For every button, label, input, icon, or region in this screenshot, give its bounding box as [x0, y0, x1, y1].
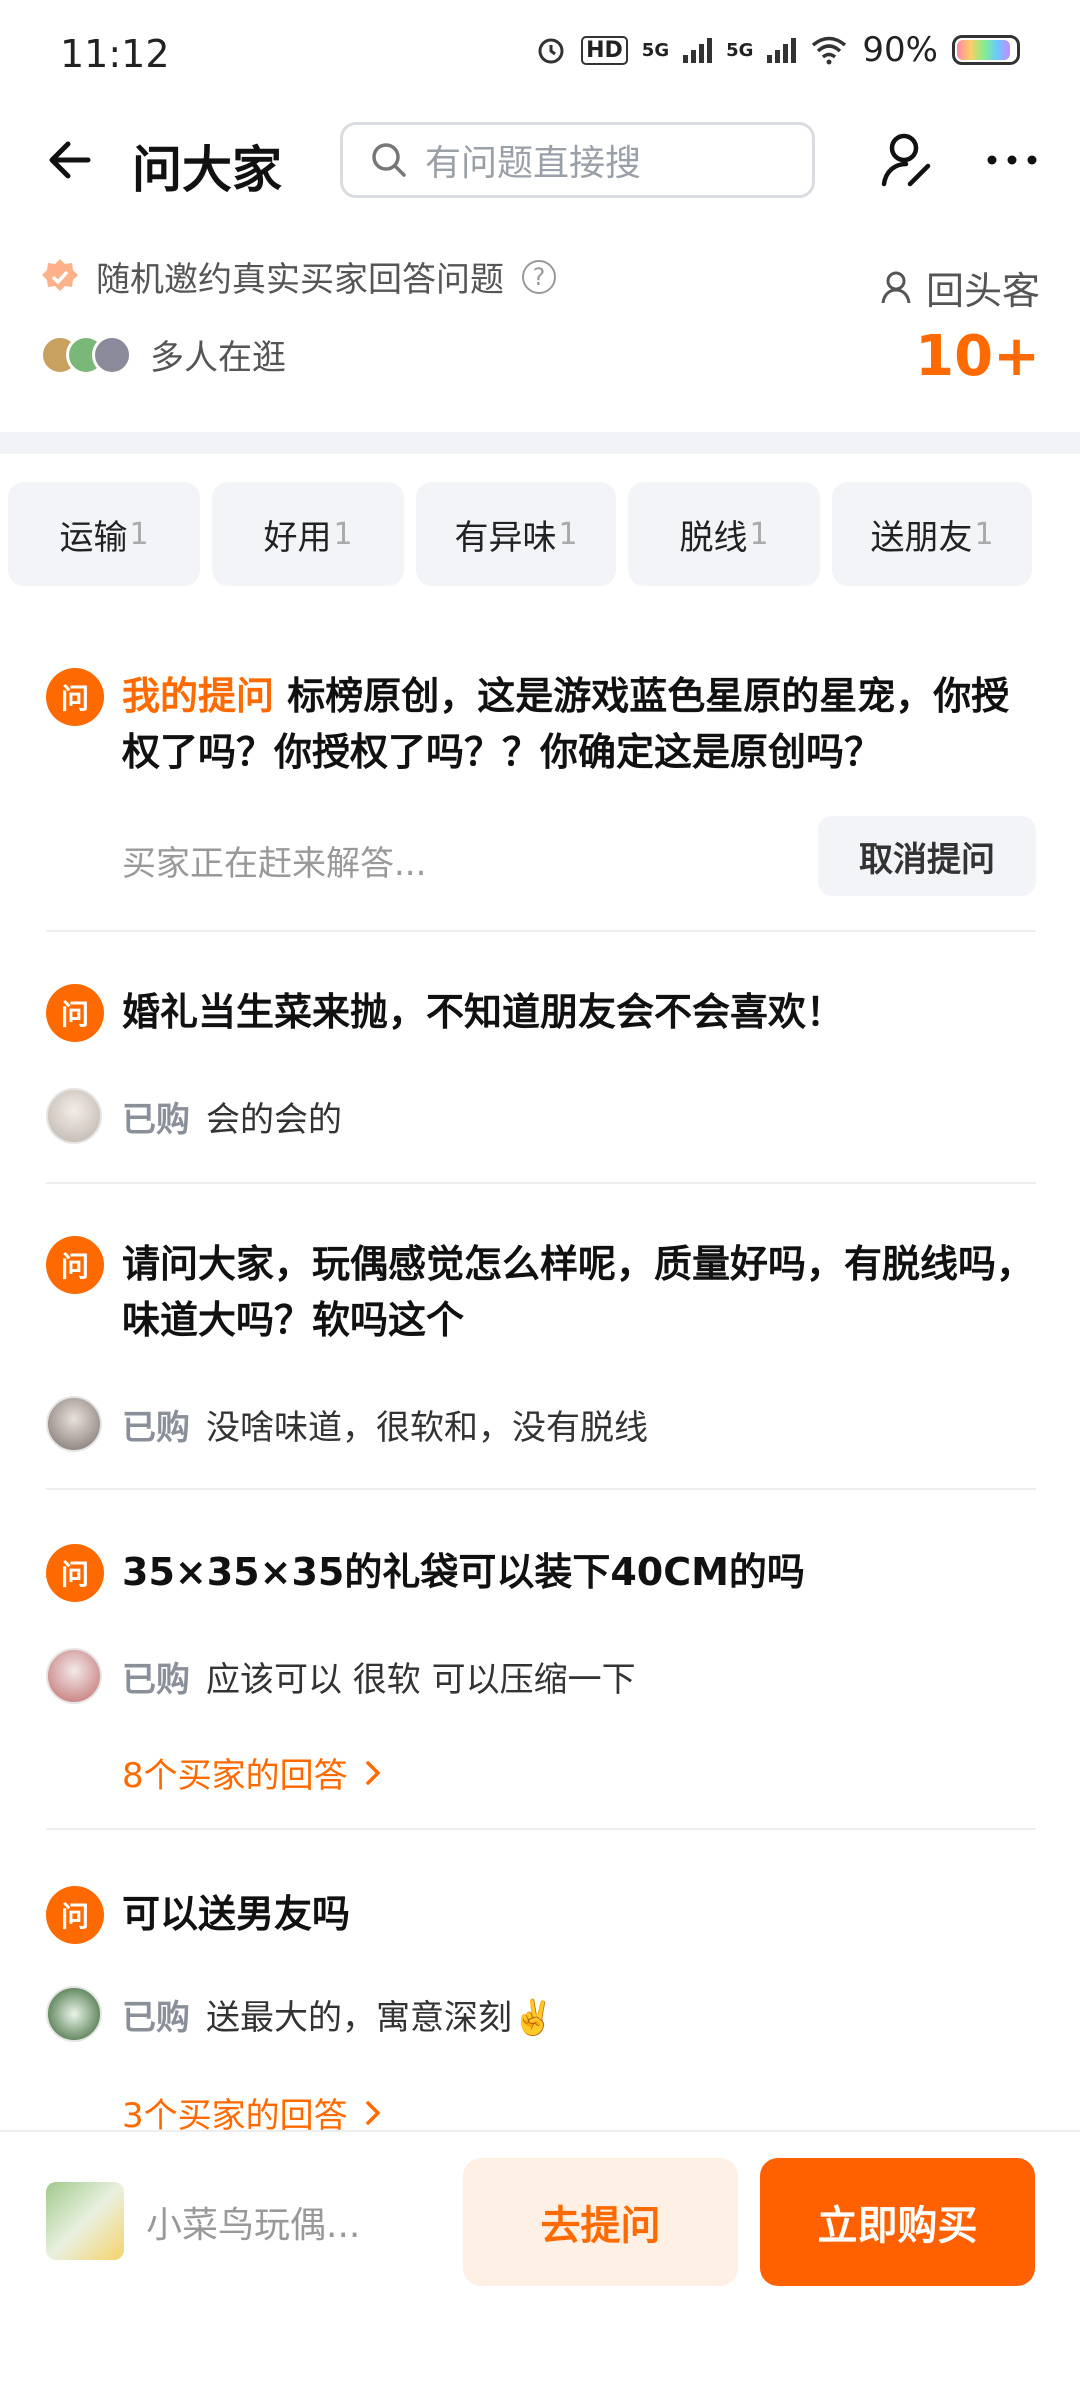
ask-question-button[interactable]: 去提问: [463, 2158, 738, 2286]
returning-label: 回头客: [925, 269, 1040, 313]
answer-text: 会的会的: [206, 1099, 342, 1140]
avatar: [46, 1648, 102, 1704]
buy-now-button[interactable]: 立即购买: [760, 2158, 1035, 2286]
tag-count: 1: [749, 516, 769, 552]
invite-text: 随机邀约真实买家回答问题: [96, 260, 504, 300]
browsing-text: 多人在逛: [150, 338, 286, 378]
invite-section: 随机邀约真实买家回答问题 ? 多人在逛 回头客 10+: [40, 252, 1040, 422]
tag-item[interactable]: 送朋友 1: [832, 482, 1032, 586]
question-text: 可以送男友吗: [122, 1892, 351, 1936]
bought-label: 已购: [122, 1407, 190, 1448]
invite-line: 随机邀约真实买家回答问题 ?: [40, 252, 556, 301]
browsing-avatars: [40, 334, 132, 375]
help-icon[interactable]: ?: [522, 259, 556, 294]
back-arrow-icon[interactable]: [40, 130, 100, 190]
returning-count: 10+: [915, 324, 1040, 389]
bought-label: 已购: [122, 1659, 190, 1700]
question-text: 我的提问 标榜原创，这是游戏蓝色星原的星宠，你授权了吗？你授权了吗？？你确定这是…: [122, 668, 1036, 780]
answer-row: 已购 应该可以 很软 可以压缩一下: [46, 1648, 636, 1704]
bought-label: 已购: [122, 1099, 190, 1140]
battery-percent: 90%: [862, 30, 938, 70]
question-text: 婚礼当生菜来抛，不知道朋友会不会喜欢！: [122, 990, 845, 1034]
avatar: [46, 1396, 102, 1452]
answer-row: 已购 会的会的: [46, 1088, 342, 1144]
bottom-action-bar: 小菜鸟玩偶... 去提问 立即购买: [0, 2130, 1080, 2400]
answer-text: 应该可以 很软 可以压缩一下: [206, 1659, 636, 1700]
answer-row: 已购 送最大的，寓意深刻✌️: [46, 1986, 554, 2042]
tag-label: 送朋友: [870, 517, 973, 558]
wifi-icon: [812, 36, 847, 65]
bought-label: 已购: [122, 1997, 190, 2038]
chevron-right-icon: [365, 2100, 381, 2125]
tag-count: 1: [974, 516, 994, 552]
tag-label: 运输: [59, 517, 128, 558]
returning-customers[interactable]: 回头客: [880, 260, 1040, 315]
user-icon: [881, 271, 911, 303]
tag-label: 脱线: [679, 517, 748, 558]
divider: [46, 930, 1036, 932]
question-icon: 问: [46, 668, 104, 726]
battery-icon: [952, 35, 1020, 65]
page-title: 问大家: [132, 141, 282, 199]
product-thumbnail[interactable]: [46, 2182, 124, 2260]
divider: [46, 1182, 1036, 1184]
search-icon: [372, 143, 406, 177]
user-edit-icon[interactable]: [876, 128, 940, 192]
status-time: 11:12: [60, 32, 170, 76]
question-text: 35×35×35的礼袋可以装下40CM的吗: [122, 1550, 805, 1594]
alarm-icon: [538, 38, 564, 64]
header: 问大家 有问题直接搜: [0, 110, 1080, 220]
question-item[interactable]: 问 可以送男友吗 已购 送最大的，寓意深刻✌️ 3个买家的回答: [46, 1886, 1036, 2136]
avatar: [46, 1088, 102, 1144]
tag-label: 好用: [263, 517, 332, 558]
my-question-item[interactable]: 问 我的提问 标榜原创，这是游戏蓝色星原的星宠，你授权了吗？你授权了吗？？你确定…: [46, 668, 1036, 908]
chevron-right-icon: [365, 1760, 381, 1785]
net-label-2: 5G: [726, 39, 754, 61]
search-input[interactable]: 有问题直接搜: [340, 122, 815, 198]
answer-text: 没啥味道，很软和，没有脱线: [206, 1407, 648, 1448]
cancel-question-button[interactable]: 取消提问: [818, 816, 1036, 896]
tag-count: 1: [558, 516, 578, 552]
product-name[interactable]: 小菜鸟玩偶...: [146, 2196, 360, 2248]
question-icon: 问: [46, 984, 104, 1042]
more-icon[interactable]: [980, 128, 1044, 192]
signal-icon-1: [683, 37, 713, 63]
search-placeholder: 有问题直接搜: [425, 143, 642, 184]
status-bar: 11:12 HD 5G 5G 90%: [0, 0, 1080, 110]
tag-item[interactable]: 好用 1: [212, 482, 404, 586]
my-question-label: 我的提问: [122, 674, 275, 718]
tag-item[interactable]: 运输 1: [8, 482, 200, 586]
question-icon: 问: [46, 1236, 104, 1294]
tag-count: 1: [129, 516, 149, 552]
divider: [46, 1828, 1036, 1830]
status-icons: HD 5G 5G 90%: [535, 30, 1020, 70]
more-answers-link[interactable]: 8个买家的回答: [122, 1748, 388, 1797]
question-item[interactable]: 问 婚礼当生菜来抛，不知道朋友会不会喜欢！ 已购 会的会的: [46, 984, 1036, 1144]
divider: [46, 1488, 1036, 1490]
tag-item[interactable]: 脱线 1: [628, 482, 820, 586]
verified-badge-icon: [42, 258, 78, 291]
hd-icon: HD: [581, 35, 628, 65]
section-divider: [0, 432, 1080, 454]
avatar: [92, 334, 132, 375]
more-answers-label: 8个买家的回答: [122, 1756, 348, 1796]
pending-status: 买家正在赶来解答...: [122, 844, 427, 884]
net-label-1: 5G: [641, 39, 670, 61]
browsing-line: 多人在逛: [40, 330, 286, 379]
question-text: 请问大家，玩偶感觉怎么样呢，质量好吗，有脱线吗，味道大吗？软吗这个: [122, 1242, 1035, 1342]
question-icon: 问: [46, 1544, 104, 1602]
question-icon: 问: [46, 1886, 104, 1944]
tag-count: 1: [333, 516, 353, 552]
answer-row: 已购 没啥味道，很软和，没有脱线: [46, 1396, 648, 1452]
tag-filter-row: 运输 1 好用 1 有异味 1 脱线 1 送朋友 1: [8, 482, 1072, 586]
tag-item[interactable]: 有异味 1: [416, 482, 616, 586]
signal-icon-2: [767, 37, 797, 63]
answer-text: 送最大的，寓意深刻✌️: [206, 1997, 555, 2038]
question-item[interactable]: 问 35×35×35的礼袋可以装下40CM的吗 已购 应该可以 很软 可以压缩一…: [46, 1544, 1036, 1804]
avatar: [46, 1986, 102, 2042]
tag-label: 有异味: [454, 517, 557, 558]
question-item[interactable]: 问 请问大家，玩偶感觉怎么样呢，质量好吗，有脱线吗，味道大吗？软吗这个 已购 没…: [46, 1236, 1036, 1456]
